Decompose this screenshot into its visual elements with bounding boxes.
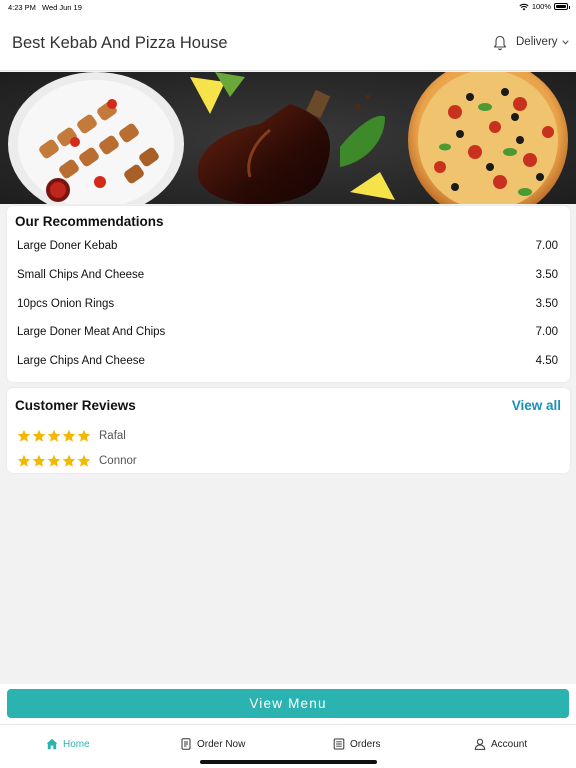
star-icon [17,429,31,442]
item-name: Large Chips And Cheese [17,355,145,367]
delivery-selector[interactable]: Delivery [516,36,569,48]
home-icon [46,738,58,750]
chevron-down-icon [561,39,569,45]
status-date: Wed Jun 19 [42,3,82,12]
star-icon [32,454,46,467]
view-menu-bar: View Menu [0,684,576,724]
order-icon [181,738,191,750]
tab-label: Order Now [197,738,246,750]
star-icon [77,454,91,467]
battery-percent: 100% [531,2,551,11]
recommendation-item[interactable]: Small Chips And Cheese 3.50 [17,265,558,285]
recommendation-item[interactable]: 10pcs Onion Rings 3.50 [17,294,558,314]
item-name: 10pcs Onion Rings [17,298,115,310]
star-icon [17,454,31,467]
star-icon [62,429,76,442]
recommendation-item[interactable]: Large Doner Meat And Chips 7.00 [17,322,558,342]
star-icon [32,429,46,442]
reviewer-name: Connor [99,455,137,467]
status-right: 100% [519,2,570,11]
battery-icon [554,3,570,10]
restaurant-title: Best Kebab And Pizza House [12,34,228,52]
status-time: 4:23 PM [8,3,36,12]
app-header: Best Kebab And Pizza House Delivery [0,14,576,71]
item-price: 3.50 [535,298,558,310]
item-name: Large Doner Kebab [17,240,118,252]
recommendation-item[interactable]: Large Doner Kebab 7.00 [17,236,558,256]
tab-account[interactable]: Account [474,738,527,750]
tab-orders[interactable]: Orders [333,738,381,750]
view-all-link[interactable]: View all [512,398,561,413]
wifi-icon [519,3,529,10]
star-icon [47,454,61,467]
item-name: Small Chips And Cheese [17,269,145,281]
tab-label: Account [491,738,528,750]
account-icon [474,738,486,750]
star-icon [77,429,91,442]
status-bar: 4:23 PM Wed Jun 19 100% [0,0,576,14]
view-menu-button[interactable]: View Menu [7,689,569,718]
reviews-title: Customer Reviews [15,398,136,413]
item-name: Large Doner Meat And Chips [17,326,166,338]
recommendation-item[interactable]: Large Chips And Cheese 4.50 [17,351,558,371]
item-price: 7.00 [535,326,558,338]
star-icon [62,454,76,467]
home-indicator[interactable] [200,760,377,764]
tab-order-now[interactable]: Order Now [180,738,245,750]
star-rating [17,429,91,443]
star-icon [47,429,61,442]
recommendations-card: Our Recommendations Large Doner Kebab 7.… [7,206,570,382]
tab-label: Orders [350,738,381,750]
item-price: 7.00 [535,240,558,252]
reviewer-name: Rafal [99,430,126,442]
item-price: 4.50 [535,355,558,367]
tab-home[interactable]: Home [46,738,90,750]
item-price: 3.50 [535,269,558,281]
delivery-label: Delivery [516,36,558,48]
review-item: Rafal [17,429,126,443]
reviews-card: Customer Reviews View all Rafal Connor [7,388,570,473]
recommendations-title: Our Recommendations [15,214,164,229]
review-item: Connor [17,454,137,468]
star-rating [17,454,91,468]
bell-icon[interactable] [493,35,507,51]
hero-banner-image [0,72,576,204]
tab-label: Home [63,738,90,750]
orders-icon [333,738,345,750]
